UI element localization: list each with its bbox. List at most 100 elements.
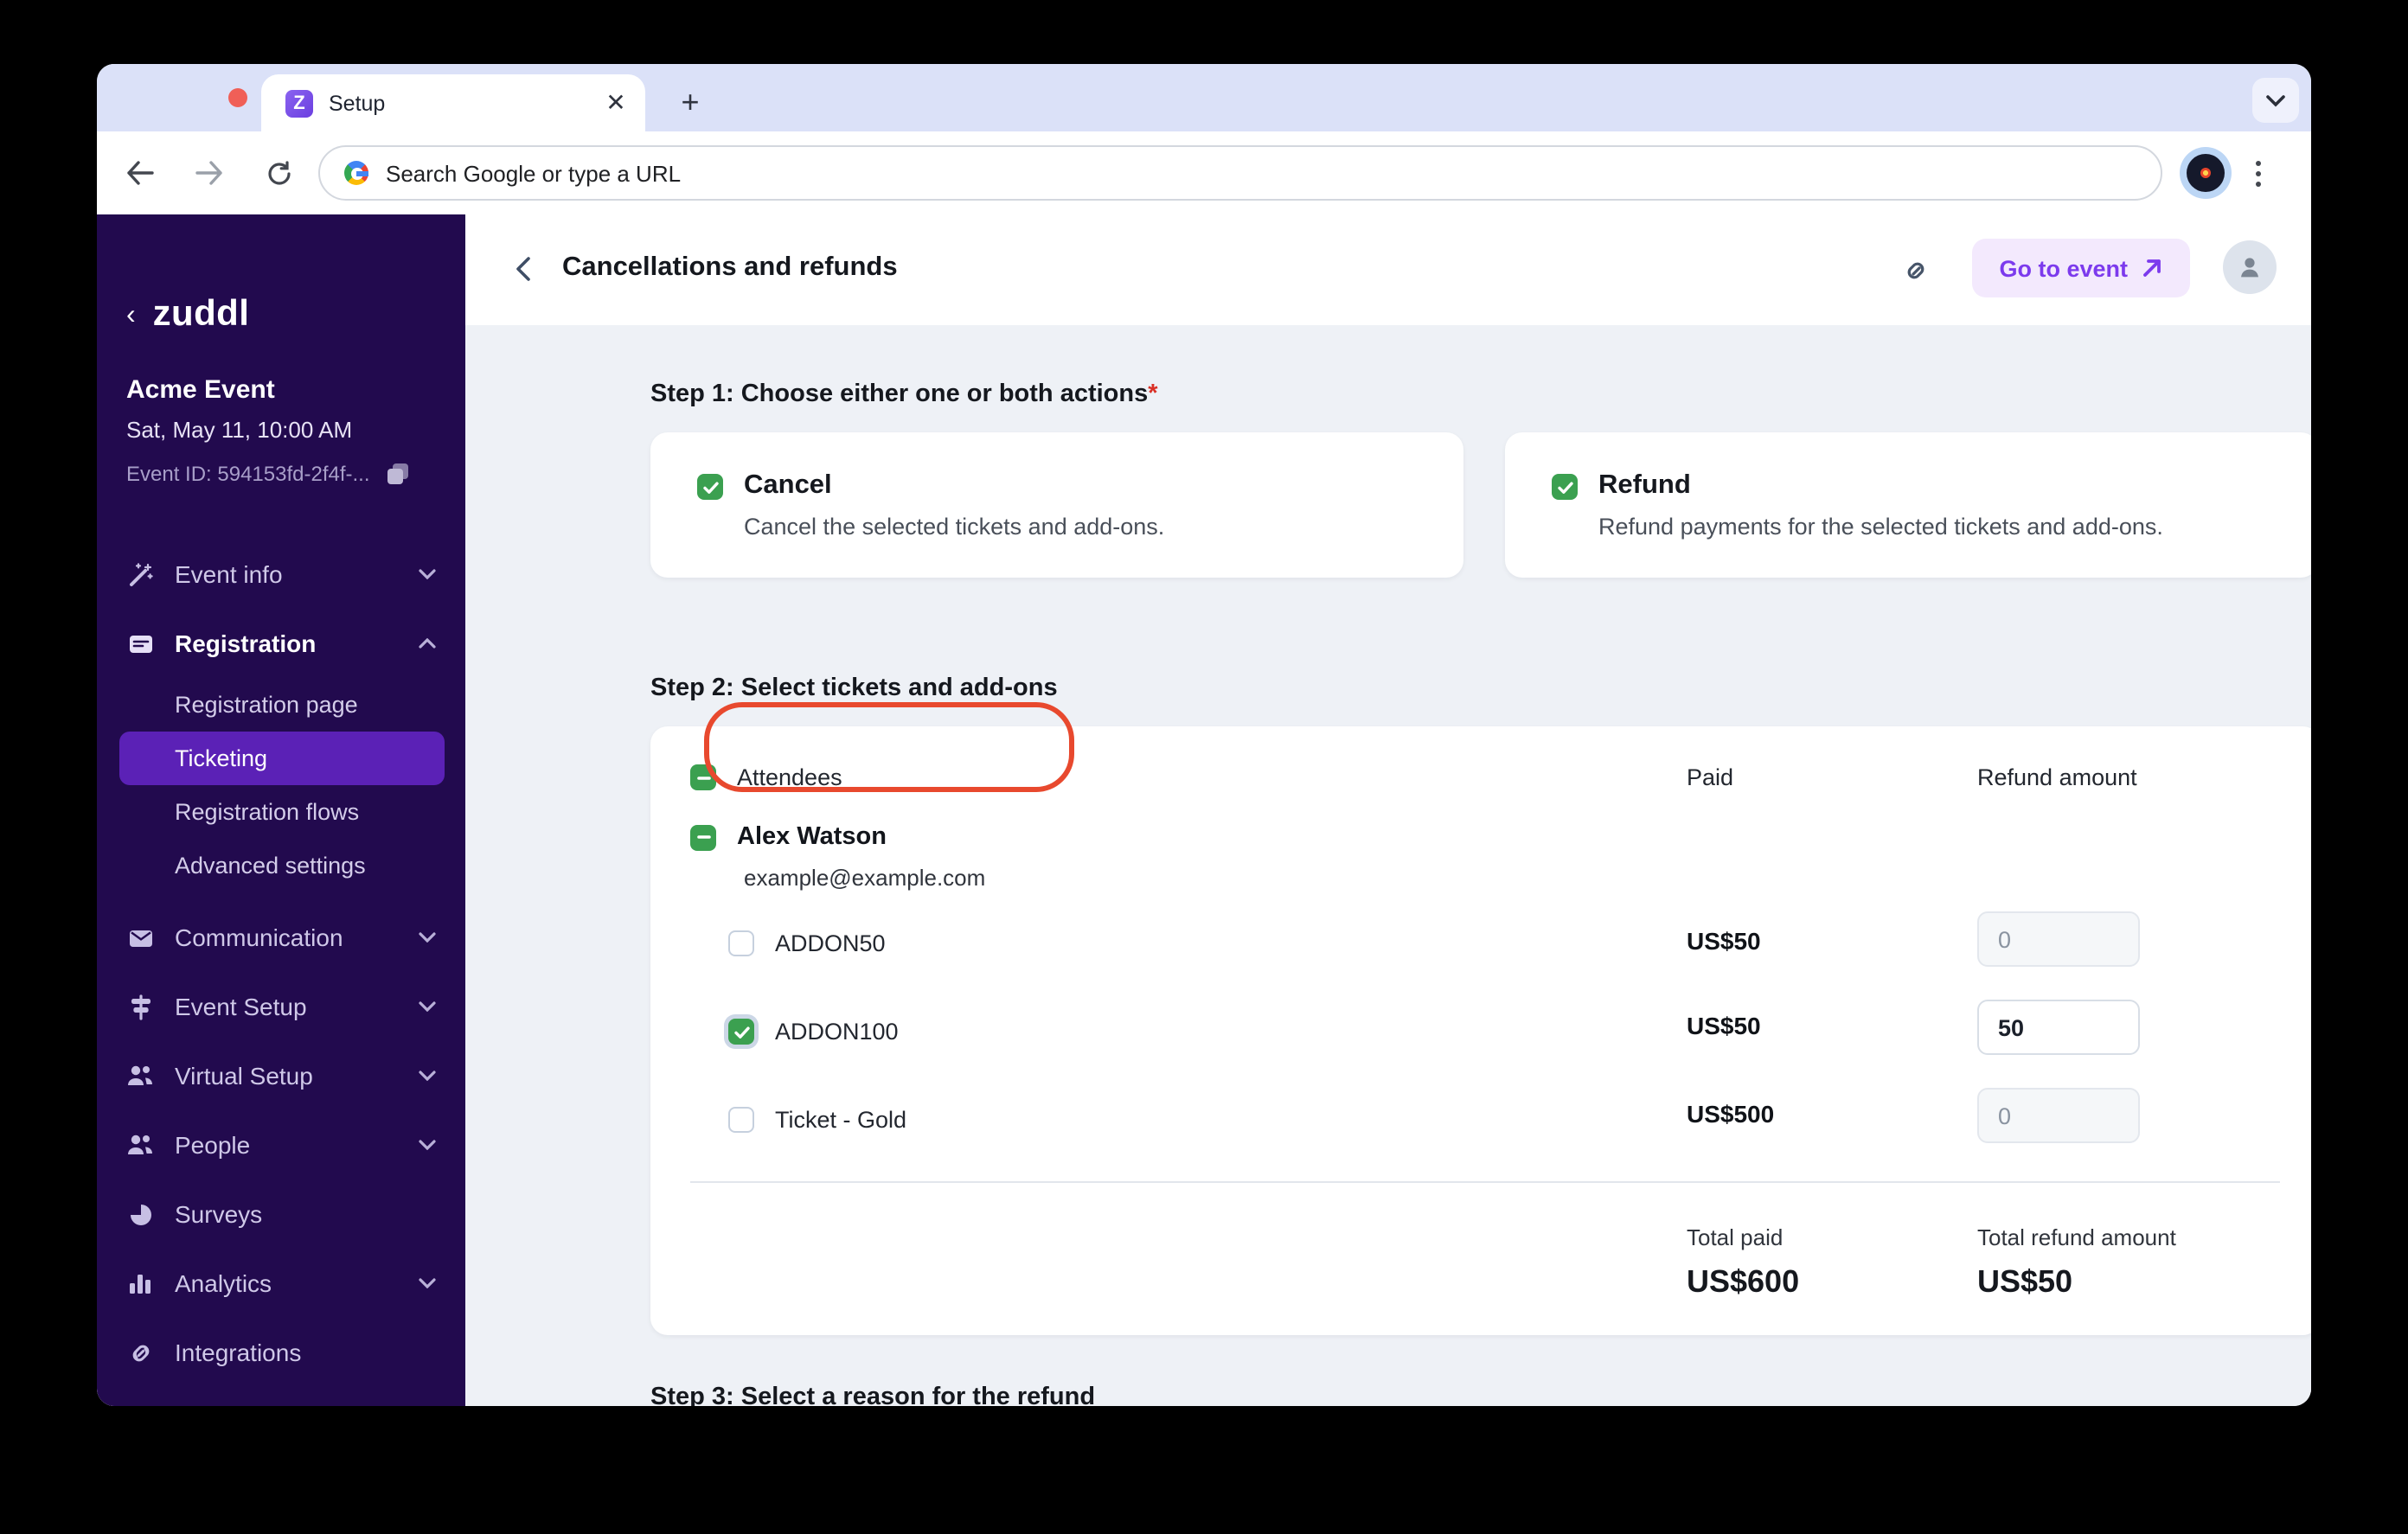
chevron-down-icon	[419, 1071, 436, 1081]
refund-card-desc: Refund payments for the selected tickets…	[1598, 514, 2163, 540]
back-chevron-icon[interactable]	[516, 256, 531, 282]
total-refund-value: US$50	[1977, 1264, 2073, 1299]
sidebar-item-label: Surveys	[175, 1200, 263, 1228]
google-icon	[344, 161, 368, 185]
annotation-highlight	[704, 702, 1074, 792]
page-header: Cancellations and refunds Go to event	[465, 214, 2311, 327]
addon100-checkbox[interactable]	[728, 1019, 754, 1045]
addon50-paid: US$50	[1687, 927, 1761, 955]
sidebar-item-label: Event Setup	[175, 993, 307, 1020]
cancel-action-card[interactable]: Cancel Cancel the selected tickets and a…	[650, 432, 1463, 578]
browser-window: Z Setup ✕ + Search Google or type a URL	[97, 64, 2311, 1406]
sidebar-item-ticketing[interactable]: Ticketing	[119, 732, 445, 785]
cancel-card-title: Cancel	[744, 470, 832, 500]
addon50-checkbox[interactable]	[728, 930, 754, 956]
go-to-event-button[interactable]: Go to event	[1971, 239, 2190, 297]
sidebar-item-communication[interactable]: Communication	[97, 903, 465, 972]
cancel-card-desc: Cancel the selected tickets and add-ons.	[744, 514, 1165, 540]
refund-action-card[interactable]: Refund Refund payments for the selected …	[1505, 432, 2311, 578]
back-icon[interactable]	[118, 150, 163, 195]
event-id-row: Event ID: 594153fd-2f4f-...	[126, 462, 408, 486]
sidebar-item-registration-page[interactable]: Registration page	[97, 678, 465, 732]
step2-heading: Step 2: Select tickets and add-ons	[650, 674, 1058, 702]
attendee-email: example@example.com	[744, 865, 986, 891]
tab-overview-chevron-icon[interactable]	[2252, 78, 2299, 123]
browser-tab[interactable]: Z Setup ✕	[261, 74, 645, 131]
sidebar-item-registration[interactable]: Registration	[97, 609, 465, 678]
sidebar-item-label: People	[175, 1131, 251, 1159]
browser-menu-icon[interactable]	[2256, 160, 2261, 186]
sidebar-item-label: Virtual Setup	[175, 1062, 313, 1090]
event-id-text: Event ID: 594153fd-2f4f-...	[126, 462, 370, 486]
browser-toolbar: Search Google or type a URL	[97, 131, 2311, 214]
new-tab-button[interactable]: +	[669, 81, 711, 123]
envelope-icon	[126, 924, 154, 951]
sidebar-logo[interactable]: ‹ zuddl	[126, 294, 249, 336]
browser-tab-strip: Z Setup ✕ +	[97, 64, 2311, 131]
chevron-down-icon	[419, 932, 436, 943]
step1-heading: Step 1: Choose either one or both action…	[650, 380, 1158, 408]
zuddl-favicon: Z	[285, 89, 313, 117]
sidebar-item-analytics[interactable]: Analytics	[97, 1249, 465, 1318]
sidebar-item-label: Integrations	[175, 1339, 302, 1366]
sidebar-item-event-setup[interactable]: Event Setup	[97, 972, 465, 1041]
sidebar-item-label: Registration page	[175, 692, 358, 718]
total-paid-label: Total paid	[1687, 1224, 1784, 1250]
attendee-checkbox[interactable]	[690, 824, 716, 850]
arrow-up-right-icon	[2143, 259, 2161, 277]
ticket-row-addon50: ADDON50	[728, 930, 886, 956]
ticket-gold-paid: US$500	[1687, 1100, 1775, 1128]
sidebar-item-surveys[interactable]: Surveys	[97, 1179, 465, 1249]
tab-close-icon[interactable]: ✕	[600, 88, 631, 118]
addon50-refund-input[interactable]	[1977, 911, 2140, 967]
sidebar-item-label: Analytics	[175, 1269, 272, 1297]
reload-icon[interactable]	[256, 150, 301, 195]
collapse-sidebar-icon[interactable]: ‹	[126, 300, 136, 331]
browser-profile-avatar[interactable]	[2187, 154, 2225, 192]
copy-icon[interactable]	[387, 463, 408, 484]
refund-column-header: Refund amount	[1977, 764, 2137, 790]
cancel-checkbox[interactable]	[697, 474, 723, 500]
sidebar-item-label: Communication	[175, 924, 343, 951]
step3-heading: Step 3: Select a reason for the refund	[650, 1384, 1096, 1406]
addon50-label: ADDON50	[775, 930, 886, 956]
sidebar-item-advanced-settings[interactable]: Advanced settings	[97, 839, 465, 892]
sidebar-item-event-info[interactable]: Event info	[97, 540, 465, 609]
ticket-gold-checkbox[interactable]	[728, 1107, 754, 1133]
sidebar-item-registration-flows[interactable]: Registration flows	[97, 785, 465, 839]
go-to-event-label: Go to event	[1999, 255, 2128, 281]
totals-divider	[690, 1181, 2280, 1183]
ticket-gold-refund-input[interactable]	[1977, 1088, 2140, 1143]
user-avatar[interactable]	[2223, 240, 2277, 294]
close-window-button[interactable]	[228, 88, 247, 107]
total-paid-value: US$600	[1687, 1264, 1800, 1299]
tab-title: Setup	[329, 91, 386, 115]
sidebar-item-virtual-setup[interactable]: Virtual Setup	[97, 1041, 465, 1110]
address-bar[interactable]: Search Google or type a URL	[318, 145, 2162, 201]
sidebar-item-people[interactable]: People	[97, 1110, 465, 1179]
required-asterisk: *	[1148, 380, 1158, 408]
sidebar-item-integrations[interactable]: Integrations	[97, 1318, 465, 1387]
wand-icon	[126, 560, 154, 588]
person-icon	[2241, 258, 2258, 278]
bar-chart-icon	[126, 1269, 154, 1297]
sidebar-item-label: Registration	[175, 630, 317, 657]
step1-heading-text: Step 1: Choose either one or both action…	[650, 380, 1149, 408]
page-content: Step 1: Choose either one or both action…	[465, 325, 2311, 1406]
event-name: Acme Event	[126, 375, 275, 405]
forward-icon[interactable]	[187, 150, 232, 195]
attendee-row: Alex Watson	[690, 823, 887, 851]
screen: Z Setup ✕ + Search Google or type a URL	[0, 0, 2408, 1534]
copy-link-icon[interactable]	[1901, 256, 1931, 285]
sidebar-item-recordings[interactable]: Recordings	[97, 1387, 465, 1406]
address-bar-text: Search Google or type a URL	[386, 160, 682, 186]
refund-card-title: Refund	[1598, 470, 1691, 500]
chevron-down-icon	[419, 1140, 436, 1150]
event-datetime: Sat, May 11, 10:00 AM	[126, 417, 353, 443]
main-panel: Cancellations and refunds Go to event St…	[465, 214, 2311, 1406]
addon100-paid: US$50	[1687, 1012, 1761, 1039]
signpost-icon	[126, 993, 154, 1020]
refund-checkbox[interactable]	[1552, 474, 1578, 500]
addon100-label: ADDON100	[775, 1019, 899, 1045]
addon100-refund-input[interactable]	[1977, 1000, 2140, 1055]
